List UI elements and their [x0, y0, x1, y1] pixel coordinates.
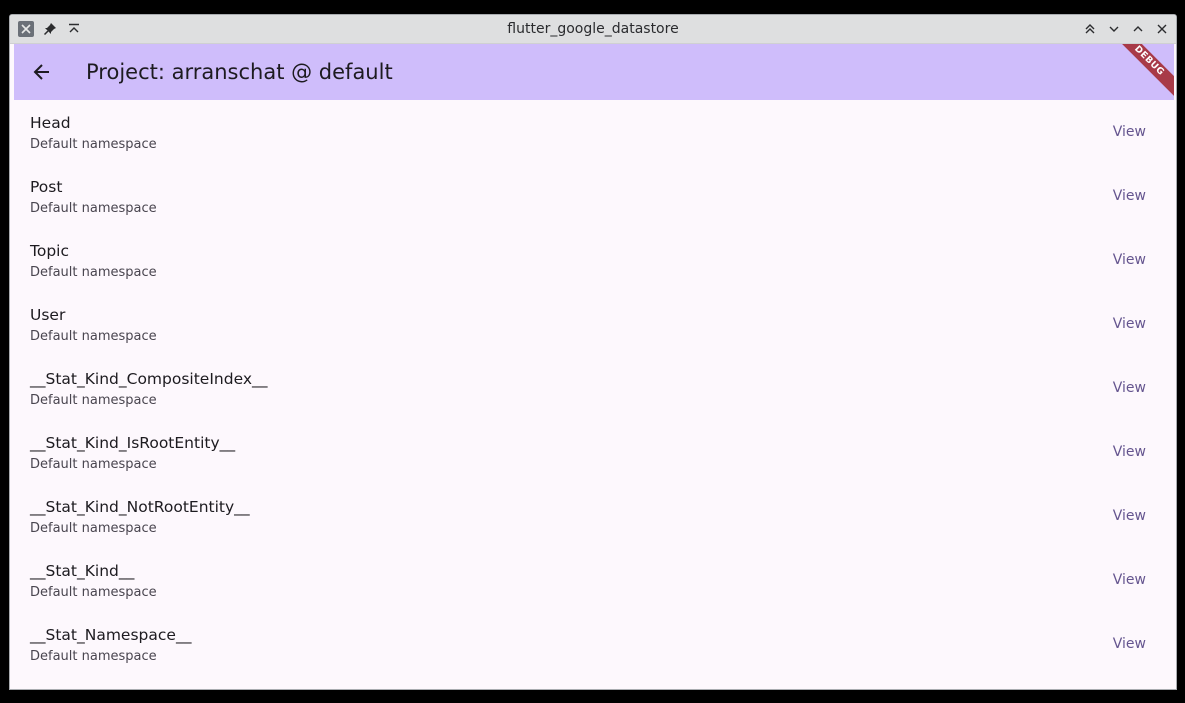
view-button[interactable]: View [1101, 566, 1158, 594]
kind-namespace: Default namespace [30, 649, 157, 664]
kind-name: __Stat_Namespace__ [30, 626, 192, 644]
list-item: __Stat_Kind_CompositeIndex__ Default nam… [14, 356, 1174, 420]
list-item: __Stat_Kind_NotRootEntity__ Default name… [14, 484, 1174, 548]
view-button[interactable]: View [1101, 630, 1158, 658]
list-item: Head Default namespace View [14, 100, 1174, 164]
view-button[interactable]: View [1101, 502, 1158, 530]
back-button[interactable] [28, 58, 56, 86]
list-item: __Stat_Namespace__ Default namespace Vie… [14, 612, 1174, 676]
app-window: flutter_google_datastore Project: arrans… [9, 14, 1177, 690]
close-icon[interactable] [1154, 21, 1170, 37]
maximize-icon[interactable] [1130, 21, 1146, 37]
pin-icon[interactable] [42, 21, 58, 37]
list-item: Topic Default namespace View [14, 228, 1174, 292]
view-button[interactable]: View [1101, 310, 1158, 338]
kind-namespace: Default namespace [30, 521, 157, 536]
view-button[interactable]: View [1101, 374, 1158, 402]
keep-above-icon[interactable] [66, 21, 82, 37]
kind-namespace: Default namespace [30, 265, 157, 280]
kind-name: __Stat_Kind_IsRootEntity__ [30, 434, 236, 452]
window-title: flutter_google_datastore [507, 21, 679, 37]
kind-namespace: Default namespace [30, 201, 157, 216]
view-button[interactable]: View [1101, 438, 1158, 466]
kind-namespace: Default namespace [30, 457, 157, 472]
app-icon[interactable] [18, 21, 34, 37]
kind-name: __Stat_Kind_CompositeIndex__ [30, 370, 268, 388]
kind-name: User [30, 306, 66, 324]
view-button[interactable]: View [1101, 182, 1158, 210]
arrow-back-icon [33, 64, 49, 80]
debug-banner: DEBUG [1105, 44, 1174, 100]
kind-namespace: Default namespace [30, 137, 157, 152]
kind-list: Head Default namespace View Post Default… [14, 100, 1174, 689]
kind-namespace: Default namespace [30, 329, 157, 344]
shade-icon[interactable] [1082, 21, 1098, 37]
list-item: User Default namespace View [14, 292, 1174, 356]
list-item: Post Default namespace View [14, 164, 1174, 228]
list-item: __Stat_Kind__ Default namespace View [14, 548, 1174, 612]
page-title: Project: arranschat @ default [86, 60, 393, 84]
view-button[interactable]: View [1101, 118, 1158, 146]
kind-namespace: Default namespace [30, 585, 157, 600]
minimize-icon[interactable] [1106, 21, 1122, 37]
kind-name: __Stat_Kind_NotRootEntity__ [30, 498, 250, 516]
view-button[interactable]: View [1101, 246, 1158, 274]
kind-name: Topic [30, 242, 69, 260]
kind-namespace: Default namespace [30, 393, 157, 408]
window-titlebar: flutter_google_datastore [10, 15, 1176, 44]
kind-name: __Stat_Kind__ [30, 562, 135, 580]
kind-name: Head [30, 114, 71, 132]
app-bar: Project: arranschat @ default DEBUG [14, 44, 1174, 100]
kind-name: Post [30, 178, 63, 196]
list-item: __Stat_Kind_IsRootEntity__ Default names… [14, 420, 1174, 484]
